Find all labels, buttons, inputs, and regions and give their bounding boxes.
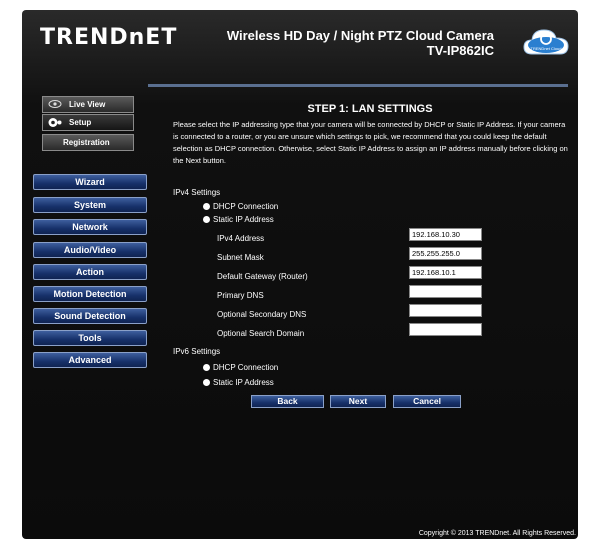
ipv4-address-label: IPv4 Address: [217, 234, 265, 243]
nav-wizard[interactable]: Wizard: [33, 174, 147, 190]
ipv6-static-radio[interactable]: [203, 379, 210, 386]
registration-label: Registration: [63, 138, 110, 147]
cloud-badge: TRENDnet Cloud: [522, 24, 570, 58]
live-view-button[interactable]: Live View: [42, 96, 134, 113]
subnet-mask-input[interactable]: [409, 247, 482, 260]
ipv4-address-input[interactable]: [409, 228, 482, 241]
nav-motion-detection[interactable]: Motion Detection: [33, 286, 147, 302]
cloud-badge-text: TRENDnet Cloud: [531, 46, 562, 51]
copyright-footer: Copyright © 2013 TRENDnet. All Rights Re…: [418, 530, 576, 537]
ipv6-static-option[interactable]: Static IP Address: [203, 378, 274, 388]
ipv6-dhcp-radio[interactable]: [203, 364, 210, 371]
nav-tools[interactable]: Tools: [33, 330, 147, 346]
ipv4-static-label: Static IP Address: [213, 215, 274, 224]
ipv6-static-label: Static IP Address: [213, 378, 274, 387]
nav-action[interactable]: Action: [33, 264, 147, 280]
cloud-icon: TRENDnet Cloud: [523, 29, 569, 55]
ipv6-settings-label: IPv6 Settings: [173, 347, 221, 356]
product-model: TV-IP862IC: [426, 43, 494, 58]
product-title: Wireless HD Day / Night PTZ Cloud Camera…: [227, 28, 494, 58]
live-view-label: Live View: [69, 100, 106, 109]
nav-network[interactable]: Network: [33, 219, 147, 235]
nav-audio-video[interactable]: Audio/Video: [33, 242, 147, 258]
setup-label: Setup: [69, 118, 92, 127]
ipv4-dhcp-radio[interactable]: [203, 203, 210, 210]
nav-sound-detection[interactable]: Sound Detection: [33, 308, 147, 324]
page-title: STEP 1: LAN SETTINGS: [307, 103, 433, 115]
header-divider: [148, 84, 568, 87]
ipv4-static-radio[interactable]: [203, 216, 210, 223]
nav-advanced[interactable]: Advanced: [33, 352, 147, 368]
gear-icon: [48, 117, 62, 133]
search-domain-label: Optional Search Domain: [217, 329, 305, 338]
intro-text: Please select the IP addressing type tha…: [173, 120, 568, 165]
nav-system[interactable]: System: [33, 197, 147, 213]
primary-dns-label: Primary DNS: [217, 291, 264, 300]
secondary-dns-input[interactable]: [409, 304, 482, 317]
next-button[interactable]: Next: [330, 395, 386, 408]
camera-icon: [48, 99, 62, 114]
ipv6-dhcp-label: DHCP Connection: [213, 363, 279, 372]
ipv4-settings-label: IPv4 Settings: [173, 188, 221, 197]
back-button[interactable]: Back: [251, 395, 324, 408]
ipv4-dhcp-option[interactable]: DHCP Connection: [203, 202, 278, 212]
product-name: Wireless HD Day / Night PTZ Cloud Camera: [226, 28, 494, 43]
cancel-button[interactable]: Cancel: [393, 395, 461, 408]
default-gateway-label: Default Gateway (Router): [217, 272, 308, 281]
secondary-dns-label: Optional Secondary DNS: [217, 310, 307, 319]
ipv4-dhcp-label: DHCP Connection: [213, 202, 279, 211]
ipv6-dhcp-option[interactable]: DHCP Connection: [203, 363, 278, 373]
search-domain-input[interactable]: [409, 323, 482, 336]
left-navigation: Live View Setup Registration Wizard Syst…: [33, 90, 147, 380]
primary-dns-input[interactable]: [409, 285, 482, 298]
ipv4-static-option[interactable]: Static IP Address: [203, 215, 274, 225]
registration-button[interactable]: Registration: [42, 134, 134, 151]
subnet-mask-label: Subnet Mask: [217, 253, 264, 262]
default-gateway-input[interactable]: [409, 266, 482, 279]
setup-button[interactable]: Setup: [42, 114, 134, 131]
trendnet-logo: TRENDnET: [40, 25, 178, 50]
